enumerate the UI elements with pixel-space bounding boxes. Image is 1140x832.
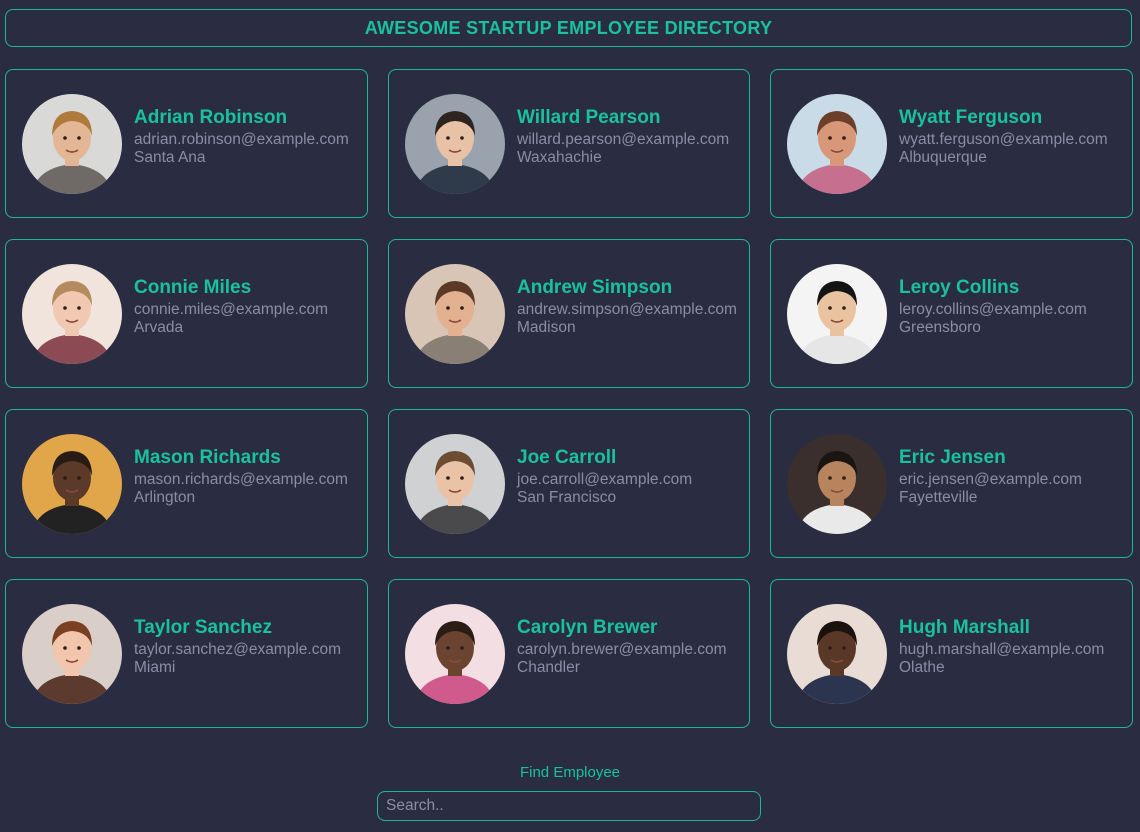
employee-city: Olathe [899, 659, 945, 676]
employee-grid: Adrian Robinson adrian.robinson@example.… [5, 69, 1133, 728]
employee-email: adrian.robinson@example.com [134, 131, 349, 148]
employee-card[interactable]: Adrian Robinson adrian.robinson@example.… [5, 69, 368, 218]
employee-city: Madison [517, 319, 576, 336]
avatar [405, 94, 505, 194]
employee-email: carolyn.brewer@example.com [517, 641, 727, 658]
employee-email: joe.carroll@example.com [517, 471, 693, 488]
employee-email: connie.miles@example.com [134, 301, 329, 318]
avatar [22, 264, 122, 364]
employee-city: Miami [134, 659, 176, 676]
employee-card[interactable]: Joe Carroll joe.carroll@example.com San … [388, 409, 750, 558]
employee-name: Mason Richards [134, 447, 281, 468]
employee-card[interactable]: Mason Richards mason.richards@example.co… [5, 409, 368, 558]
avatar-photo [405, 434, 505, 534]
employee-card[interactable]: Taylor Sanchez taylor.sanchez@example.co… [5, 579, 368, 728]
employee-email: mason.richards@example.com [134, 471, 348, 488]
employee-name: Carolyn Brewer [517, 617, 658, 638]
employee-name: Joe Carroll [517, 447, 617, 468]
employee-card[interactable]: Hugh Marshall hugh.marshall@example.com … [770, 579, 1133, 728]
avatar-photo [22, 434, 122, 534]
employee-email: eric.jensen@example.com [899, 471, 1082, 488]
avatar [405, 434, 505, 534]
employee-name: Leroy Collins [899, 277, 1020, 298]
avatar [405, 264, 505, 364]
employee-card[interactable]: Connie Miles connie.miles@example.com Ar… [5, 239, 368, 388]
employee-email: leroy.collins@example.com [899, 301, 1087, 318]
employee-email: taylor.sanchez@example.com [134, 641, 341, 658]
employee-city: San Francisco [517, 489, 617, 506]
employee-name: Eric Jensen [899, 447, 1006, 468]
page-title: AWESOME STARTUP EMPLOYEE DIRECTORY [364, 17, 773, 38]
employee-city: Albuquerque [899, 149, 987, 166]
employee-card[interactable]: Andrew Simpson andrew.simpson@example.co… [388, 239, 750, 388]
employee-name: Adrian Robinson [134, 107, 288, 128]
employee-city: Greensboro [899, 319, 981, 336]
employee-card[interactable]: Eric Jensen eric.jensen@example.com Faye… [770, 409, 1133, 558]
employee-city: Waxahachie [517, 149, 602, 166]
avatar [405, 604, 505, 704]
employee-city: Chandler [517, 659, 580, 676]
avatar-photo [22, 94, 122, 194]
employee-name: Willard Pearson [517, 107, 661, 128]
employee-name: Taylor Sanchez [134, 617, 272, 638]
avatar-photo [787, 264, 887, 364]
employee-city: Santa Ana [134, 149, 206, 166]
avatar [787, 264, 887, 364]
employee-name: Connie Miles [134, 277, 252, 298]
employee-email: hugh.marshall@example.com [899, 641, 1105, 658]
employee-card[interactable]: Willard Pearson willard.pearson@example.… [388, 69, 750, 218]
employee-email: andrew.simpson@example.com [517, 301, 737, 318]
search-label: Find Employee [519, 764, 621, 781]
employee-city: Arvada [134, 319, 184, 336]
avatar-photo [787, 94, 887, 194]
search-input[interactable] [377, 791, 761, 821]
employee-name: Andrew Simpson [517, 277, 673, 298]
avatar [22, 94, 122, 194]
avatar [22, 434, 122, 534]
avatar [787, 604, 887, 704]
avatar [787, 434, 887, 534]
avatar-photo [787, 434, 887, 534]
employee-card[interactable]: Wyatt Ferguson wyatt.ferguson@example.co… [770, 69, 1133, 218]
page-header: AWESOME STARTUP EMPLOYEE DIRECTORY [5, 9, 1132, 47]
avatar-photo [787, 604, 887, 704]
employee-card[interactable]: Leroy Collins leroy.collins@example.com … [770, 239, 1133, 388]
employee-city: Fayetteville [899, 489, 978, 506]
employee-name: Hugh Marshall [899, 617, 1030, 638]
avatar [22, 604, 122, 704]
avatar-photo [405, 94, 505, 194]
avatar-photo [22, 604, 122, 704]
employee-card[interactable]: Carolyn Brewer carolyn.brewer@example.co… [388, 579, 750, 728]
avatar-photo [405, 604, 505, 704]
avatar-photo [405, 264, 505, 364]
avatar-photo [22, 264, 122, 364]
avatar [787, 94, 887, 194]
employee-email: wyatt.ferguson@example.com [899, 131, 1108, 148]
employee-name: Wyatt Ferguson [899, 107, 1043, 128]
employee-email: willard.pearson@example.com [517, 131, 730, 148]
employee-city: Arlington [134, 489, 196, 506]
